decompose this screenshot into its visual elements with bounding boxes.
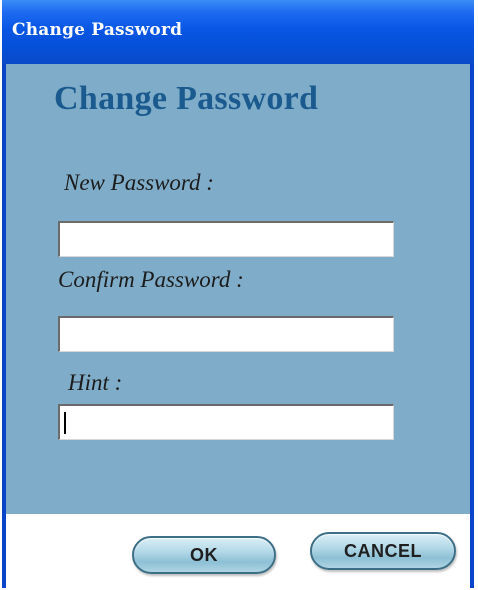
hint-input[interactable] <box>58 404 394 440</box>
window-title: Change Password <box>12 20 183 40</box>
text-caret <box>64 412 66 434</box>
change-password-window: Change Password Change Password New Pass… <box>2 0 474 588</box>
confirm-password-input[interactable] <box>58 316 394 352</box>
dialog-heading: Change Password <box>54 80 319 117</box>
hint-label: Hint : <box>68 370 123 395</box>
dialog-content: Change Password New Password : Confirm P… <box>6 64 470 514</box>
cancel-button[interactable]: CANCEL <box>310 532 456 570</box>
new-password-label: New Password : <box>64 170 214 195</box>
ok-button[interactable]: OK <box>132 536 276 574</box>
button-bar: OK CANCEL <box>6 514 470 588</box>
confirm-password-label: Confirm Password : <box>58 267 244 292</box>
title-bar[interactable]: Change Password <box>2 0 474 64</box>
new-password-input[interactable] <box>58 221 394 257</box>
